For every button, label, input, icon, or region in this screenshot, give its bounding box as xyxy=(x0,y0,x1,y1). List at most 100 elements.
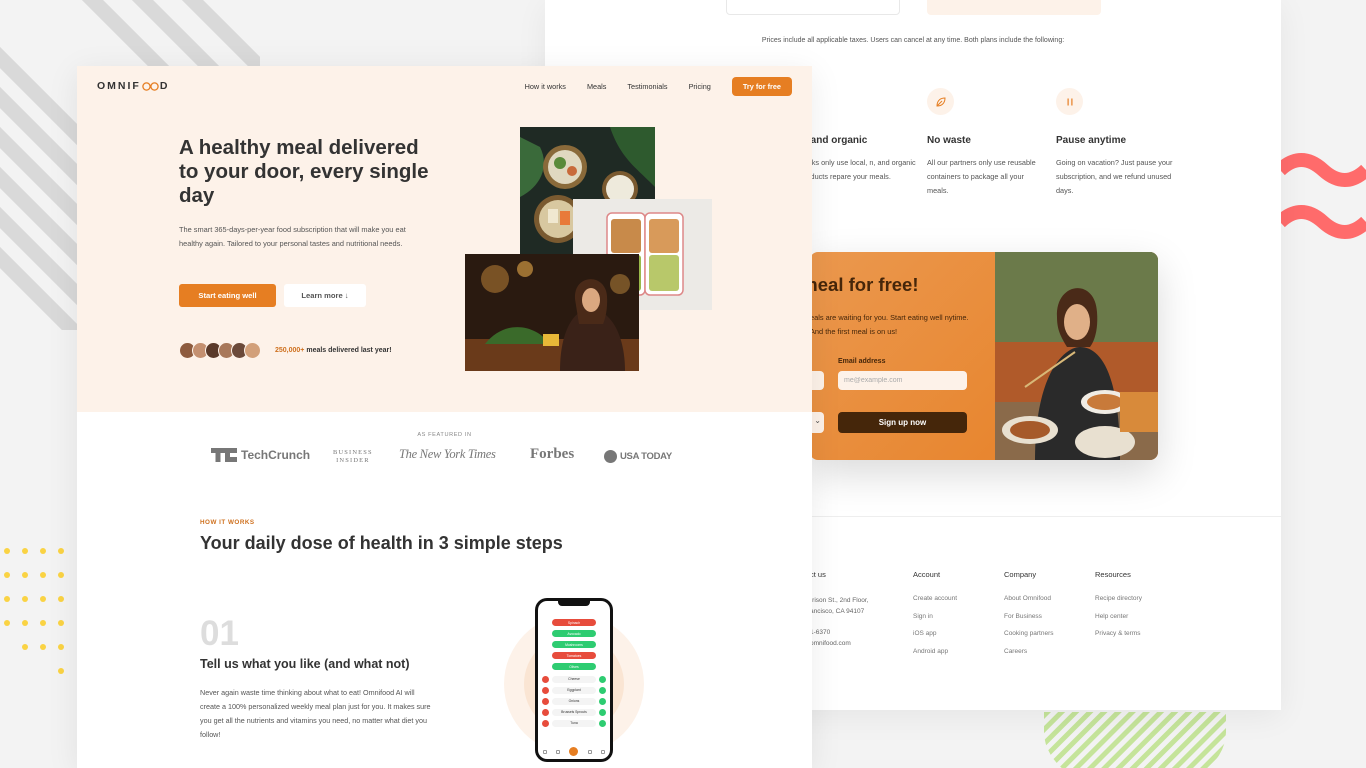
usa-today-logo: USA TODAY xyxy=(604,450,672,463)
tab-icon xyxy=(601,749,606,754)
ingredient-row: Eggplant xyxy=(542,686,606,694)
woman-eating-photo xyxy=(995,252,1158,460)
feature-title: Pause anytime xyxy=(1056,135,1127,146)
background-green-stripes xyxy=(1044,712,1226,768)
footer-contact: ct us rrison St., 2nd Floor, ancisco, CA… xyxy=(810,570,869,649)
footer-link[interactable]: iOS app xyxy=(913,630,957,637)
leaf-icon xyxy=(927,88,954,115)
like-icon xyxy=(599,686,606,694)
start-eating-well-button[interactable]: Start eating well xyxy=(179,284,276,307)
usa-today-text: USA TODAY xyxy=(620,451,672,462)
email-input[interactable] xyxy=(838,371,967,390)
business-insider-logo: BUSINESS INSIDER xyxy=(333,449,373,465)
ingredient-row: Onions xyxy=(542,697,606,705)
step-title: Tell us what you like (and what not) xyxy=(200,657,410,671)
how-it-works-title: Your daily dose of health in 3 simple st… xyxy=(200,533,563,553)
dislike-icon xyxy=(542,697,549,705)
like-icon xyxy=(599,708,606,716)
tab-icon xyxy=(542,749,547,754)
nav-meals[interactable]: Meals xyxy=(587,82,606,91)
customer-avatars xyxy=(179,342,261,359)
footer-link[interactable]: Sign in xyxy=(913,613,957,620)
ingredient-name: Brussels Sprouts xyxy=(552,708,596,716)
plan-card-highlight xyxy=(927,0,1101,15)
dislike-icon xyxy=(542,719,549,727)
plan-card-outline xyxy=(726,0,900,15)
background-wave xyxy=(1280,153,1366,239)
nav-testimonials[interactable]: Testimonials xyxy=(627,82,667,91)
nav-how-it-works[interactable]: How it works xyxy=(525,82,566,91)
footer-heading: Company xyxy=(1004,570,1037,579)
footer-link[interactable]: Help center xyxy=(1095,613,1142,620)
techcrunch-icon xyxy=(211,448,237,462)
ingredient-pill: Olives xyxy=(552,663,596,670)
contact-phone[interactable]: 1-6370 xyxy=(810,627,869,638)
delivered-text: meals delivered last year! xyxy=(304,347,392,354)
where-did-you-hear-select[interactable]: ⌄ xyxy=(810,412,824,433)
step-number: 01 xyxy=(200,614,239,653)
cta-title: t meal for free! xyxy=(810,274,919,295)
ingredient-name: Onions xyxy=(552,697,596,705)
phone-screen: Spinach Avocado Mushrooms Tomatoes Olive… xyxy=(538,601,610,759)
dislike-icon xyxy=(542,675,549,683)
footer-heading: ct us xyxy=(810,570,826,579)
feature-title: cal and organic xyxy=(794,135,868,146)
feature-local-organic: cal and organic cooks only use local, n,… xyxy=(794,88,920,184)
feature-text: cooks only use local, n, and organic pro… xyxy=(800,158,916,181)
full-name-input[interactable] xyxy=(810,371,824,390)
feature-title: No waste xyxy=(927,135,971,146)
ingredient-row: Cheese xyxy=(542,675,606,683)
phone-device: Spinach Avocado Mushrooms Tomatoes Olive… xyxy=(535,598,613,762)
footer-account: Account Create account Sign in iOS app A… xyxy=(913,570,957,665)
footer-resources: Resources Recipe directory Help center P… xyxy=(1095,570,1142,648)
pricing-note: Prices include all applicable taxes. Use… xyxy=(761,37,1065,44)
ingredient-name: Eggplant xyxy=(552,686,596,694)
forbes-logo: Forbes xyxy=(530,446,575,462)
hero-title: A healthy meal delivered to your door, e… xyxy=(179,136,429,207)
ingredient-row: Brussels Sprouts xyxy=(542,708,606,716)
ingredient-pill: Avocado xyxy=(552,630,596,637)
tab-icon xyxy=(556,749,561,754)
try-for-free-button[interactable]: Try for free xyxy=(731,77,792,96)
footer-link[interactable]: Android app xyxy=(913,648,957,655)
ingredient-pill: Mushrooms xyxy=(552,641,596,648)
footer-link[interactable]: Cooking partners xyxy=(1004,630,1054,637)
footer-link[interactable]: Create account xyxy=(913,595,957,602)
nav-pricing[interactable]: Pricing xyxy=(689,82,711,91)
tab-icon xyxy=(587,749,592,754)
dislike-icon xyxy=(542,686,549,694)
ingredient-name: Cheese xyxy=(552,675,596,683)
omnifood-logo[interactable]: OMNIF D xyxy=(97,80,169,92)
how-it-works-label: HOW IT WORKS xyxy=(200,519,255,526)
home-page-preview: OMNIF D How it works Meals Testimonials … xyxy=(77,66,812,768)
footer-link[interactable]: Careers xyxy=(1004,648,1054,655)
feature-no-waste: No waste All our partners only use reusa… xyxy=(927,88,1047,198)
hero-description: The smart 365-days-per-year food subscri… xyxy=(179,225,406,248)
phone-notch xyxy=(558,601,590,606)
footer-link[interactable]: For Business xyxy=(1004,613,1054,620)
delivered-count: 250,000+ xyxy=(275,347,305,354)
feature-text: All our partners only use reusable conta… xyxy=(927,158,1036,195)
email-label: Email address xyxy=(838,358,886,365)
meals-delivered-stat: 250,000+ meals delivered last year! xyxy=(275,347,392,354)
footer-link[interactable]: Privacy & terms xyxy=(1095,630,1142,637)
sign-up-button[interactable]: Sign up now xyxy=(838,412,967,433)
footer-heading: Resources xyxy=(1095,570,1131,579)
woman-dining-photo xyxy=(465,254,639,371)
step-text: Never again waste time thinking about wh… xyxy=(200,688,431,739)
avatar xyxy=(244,342,261,359)
check-icon xyxy=(569,747,579,756)
feature-text: Going on vacation? Just pause your subsc… xyxy=(1056,158,1173,195)
ingredient-pill: Spinach xyxy=(552,619,596,626)
contact-line: rrison St., 2nd Floor, xyxy=(810,597,869,604)
featured-label: AS FEATURED IN xyxy=(417,432,472,438)
ingredient-name: Tuna xyxy=(552,719,596,727)
footer-link[interactable]: Recipe directory xyxy=(1095,595,1142,602)
cta-signup-card: t meal for free! eals are waiting for yo… xyxy=(810,252,1158,460)
contact-email[interactable]: omnifood.com xyxy=(810,638,869,649)
new-york-times-logo: The New York Times xyxy=(399,447,496,461)
footer-link[interactable]: About Omnifood xyxy=(1004,595,1054,602)
like-icon xyxy=(599,719,606,727)
hero-section: OMNIF D How it works Meals Testimonials … xyxy=(77,66,812,412)
learn-more-button[interactable]: Learn more ↓ xyxy=(284,284,366,307)
